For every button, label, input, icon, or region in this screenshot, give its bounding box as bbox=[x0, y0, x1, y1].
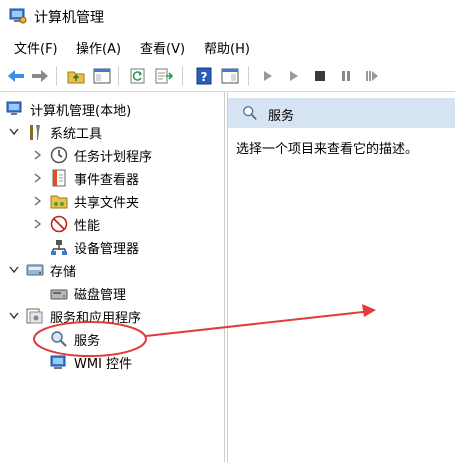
up-folder-icon[interactable] bbox=[66, 66, 86, 86]
tree-item-wmi-control[interactable]: WMI 控件 bbox=[50, 351, 132, 373]
tree-item-performance[interactable]: 性能 bbox=[32, 213, 100, 235]
tree-item-label: 事件查看器 bbox=[74, 172, 140, 188]
menu-view[interactable]: 查看(V) bbox=[140, 38, 185, 57]
tools-icon bbox=[26, 123, 44, 141]
navigation-tree: 计算机管理(本地) 系统工具 任务计划程序 事件查看器 共享文件夹 性能 设备管… bbox=[0, 92, 225, 462]
chevron-down-icon[interactable] bbox=[8, 310, 20, 322]
help-icon[interactable]: ? bbox=[194, 66, 214, 86]
start-service-icon[interactable] bbox=[258, 66, 278, 86]
tree-item-services[interactable]: 服务 bbox=[50, 328, 100, 350]
tree-item-shared-folders[interactable]: 共享文件夹 bbox=[32, 190, 139, 212]
chevron-down-icon[interactable] bbox=[8, 264, 20, 276]
tree-item-task-scheduler[interactable]: 任务计划程序 bbox=[32, 144, 152, 166]
details-description: 选择一个项目来查看它的描述。 bbox=[236, 142, 419, 157]
disk-icon bbox=[50, 284, 68, 302]
event-log-icon bbox=[50, 169, 68, 187]
details-header-title: 服务 bbox=[268, 109, 295, 124]
title-bar: 计算机管理 bbox=[0, 0, 455, 34]
clock-icon bbox=[50, 146, 68, 164]
toolbar-separator bbox=[248, 66, 249, 86]
show-hide-tree-icon[interactable] bbox=[92, 66, 112, 86]
window-title: 计算机管理 bbox=[34, 10, 104, 26]
tree-item-device-manager[interactable]: 设备管理器 bbox=[50, 236, 139, 258]
tree-item-event-viewer[interactable]: 事件查看器 bbox=[32, 167, 139, 189]
chevron-right-icon[interactable] bbox=[32, 195, 44, 207]
details-pane: 服务 选择一个项目来查看它的描述。 bbox=[227, 92, 455, 462]
tree-item-services-apps[interactable]: 服务和应用程序 bbox=[8, 305, 141, 327]
toolbar-separator bbox=[56, 66, 57, 86]
restart-service-icon[interactable] bbox=[362, 66, 382, 86]
performance-icon bbox=[50, 215, 68, 233]
stop-service-icon[interactable] bbox=[310, 66, 330, 86]
start-service-alt-icon[interactable] bbox=[284, 66, 304, 86]
search-gear-icon bbox=[242, 105, 258, 125]
tree-item-label: 服务 bbox=[74, 333, 101, 349]
computer-management-icon bbox=[9, 8, 27, 24]
pause-service-icon[interactable] bbox=[336, 66, 356, 86]
wmi-icon bbox=[50, 353, 68, 371]
tree-item-label: 共享文件夹 bbox=[74, 195, 140, 211]
tree-item-root[interactable]: 计算机管理(本地) bbox=[6, 98, 131, 120]
chevron-right-icon[interactable] bbox=[32, 218, 44, 230]
shared-folder-icon bbox=[50, 192, 68, 210]
toolbar-separator bbox=[118, 66, 119, 86]
tree-item-storage[interactable]: 存储 bbox=[8, 259, 76, 281]
action-pane-icon[interactable] bbox=[220, 66, 240, 86]
menu-help[interactable]: 帮助(H) bbox=[204, 38, 250, 57]
storage-icon bbox=[26, 261, 44, 279]
back-arrow-icon[interactable] bbox=[6, 66, 26, 86]
services-apps-icon bbox=[26, 307, 44, 325]
svg-text:?: ? bbox=[201, 70, 208, 84]
tree-item-label: 设备管理器 bbox=[74, 241, 140, 257]
toolbar-separator bbox=[182, 66, 183, 86]
tree-item-disk-management[interactable]: 磁盘管理 bbox=[50, 282, 126, 304]
toolbar: ? bbox=[0, 60, 455, 92]
tree-item-label: 服务和应用程序 bbox=[50, 310, 142, 326]
tree-item-label: 计算机管理(本地) bbox=[30, 103, 132, 119]
menu-action[interactable]: 操作(A) bbox=[76, 38, 121, 57]
menu-file[interactable]: 文件(F) bbox=[14, 38, 58, 57]
details-header: 服务 bbox=[228, 98, 455, 128]
tree-item-label: 存储 bbox=[50, 264, 77, 280]
search-gear-icon bbox=[50, 330, 68, 348]
tree-item-label: 磁盘管理 bbox=[74, 287, 127, 303]
export-list-icon[interactable] bbox=[154, 66, 174, 86]
refresh-icon[interactable] bbox=[128, 66, 148, 86]
chevron-right-icon[interactable] bbox=[32, 172, 44, 184]
computer-management-icon bbox=[6, 100, 24, 118]
tree-item-label: 任务计划程序 bbox=[74, 149, 153, 165]
forward-arrow-icon[interactable] bbox=[30, 66, 50, 86]
chevron-down-icon[interactable] bbox=[8, 126, 20, 138]
device-manager-icon bbox=[50, 238, 68, 256]
tree-item-label: WMI 控件 bbox=[74, 356, 133, 372]
menu-bar: 文件(F) 操作(A) 查看(V) 帮助(H) bbox=[0, 34, 455, 60]
tree-item-label: 系统工具 bbox=[50, 126, 103, 142]
tree-item-label: 性能 bbox=[74, 218, 101, 234]
tree-item-system-tools[interactable]: 系统工具 bbox=[8, 121, 102, 143]
chevron-right-icon[interactable] bbox=[32, 149, 44, 161]
